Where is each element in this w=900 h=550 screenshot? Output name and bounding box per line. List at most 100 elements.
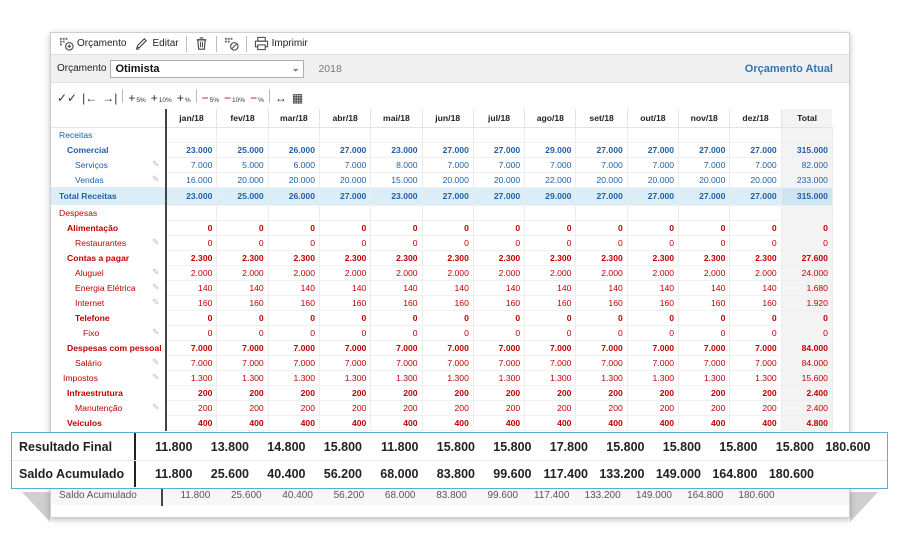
value-cell[interactable]: 8.000 bbox=[370, 157, 423, 173]
value-cell[interactable]: 1.300 bbox=[370, 370, 423, 386]
value-cell[interactable]: 7.000 bbox=[729, 355, 782, 371]
expand-icon[interactable]: ↔ bbox=[275, 88, 287, 104]
value-cell[interactable]: 160 bbox=[165, 295, 218, 311]
value-cell[interactable]: 7.000 bbox=[268, 355, 320, 371]
value-cell[interactable]: 20.000 bbox=[319, 172, 372, 188]
check-all-icon[interactable]: ✓✓ bbox=[57, 88, 77, 104]
pencil-icon[interactable]: ✎ bbox=[152, 267, 160, 278]
value-cell[interactable]: 2.000 bbox=[165, 265, 218, 281]
value-cell[interactable]: 7.000 bbox=[216, 355, 269, 371]
row-label-cell[interactable]: Infraestrutura bbox=[51, 385, 167, 400]
value-cell[interactable]: 6.000 bbox=[268, 157, 320, 173]
row-label-cell[interactable]: Manutenção ✎ bbox=[51, 400, 167, 415]
value-cell[interactable]: 0 bbox=[319, 325, 372, 341]
add-percent-icon[interactable]: +5% bbox=[128, 88, 145, 104]
value-cell[interactable]: 0 bbox=[319, 235, 372, 251]
value-cell[interactable]: 0 bbox=[473, 325, 526, 341]
value-cell[interactable]: 20.000 bbox=[268, 172, 320, 188]
value-cell[interactable]: 1.300 bbox=[422, 370, 474, 386]
pencil-icon[interactable]: ✎ bbox=[152, 327, 160, 338]
month-header[interactable]: mar/18 bbox=[268, 109, 320, 128]
value-cell[interactable]: 0 bbox=[627, 235, 680, 251]
month-header[interactable]: jun/18 bbox=[422, 109, 474, 128]
value-cell[interactable]: 2.000 bbox=[370, 265, 423, 281]
value-cell[interactable]: 0 bbox=[627, 325, 680, 341]
value-cell[interactable]: 1.300 bbox=[165, 370, 218, 386]
value-cell[interactable]: 7.000 bbox=[575, 355, 628, 371]
value-cell[interactable]: 160 bbox=[575, 295, 628, 311]
value-cell[interactable]: 7.000 bbox=[627, 355, 680, 371]
value-cell[interactable]: 2.000 bbox=[216, 265, 269, 281]
value-cell[interactable]: 7.000 bbox=[524, 157, 577, 173]
subtract-percent-icon[interactable]: −% bbox=[250, 88, 264, 104]
add-percent-icon[interactable]: +% bbox=[177, 88, 191, 104]
row-label-cell[interactable]: Salário ✎ bbox=[51, 355, 167, 370]
row-label-cell[interactable]: Receitas bbox=[51, 127, 167, 142]
value-cell[interactable]: 140 bbox=[729, 280, 782, 296]
value-cell[interactable]: 7.000 bbox=[473, 157, 526, 173]
value-cell[interactable]: 1.300 bbox=[678, 370, 731, 386]
value-cell[interactable]: 140 bbox=[268, 280, 320, 296]
subtract-percent-icon[interactable]: −10% bbox=[224, 88, 245, 104]
value-cell[interactable]: 140 bbox=[524, 280, 577, 296]
value-cell[interactable]: 0 bbox=[216, 325, 269, 341]
month-header[interactable]: mai/18 bbox=[370, 109, 423, 128]
value-cell[interactable]: 0 bbox=[165, 235, 218, 251]
value-cell[interactable]: 0 bbox=[524, 325, 577, 341]
actual-budget-link[interactable]: Orçamento Atual bbox=[745, 63, 833, 75]
value-cell[interactable]: 0 bbox=[575, 325, 628, 341]
value-cell[interactable]: 200 bbox=[524, 400, 577, 416]
value-cell[interactable]: 20.000 bbox=[575, 172, 628, 188]
value-cell[interactable]: 140 bbox=[370, 280, 423, 296]
value-cell[interactable]: 2.000 bbox=[319, 265, 372, 281]
value-cell[interactable]: 7.000 bbox=[165, 355, 218, 371]
value-cell[interactable]: 0 bbox=[216, 235, 269, 251]
value-cell[interactable]: 7.000 bbox=[678, 157, 731, 173]
value-cell[interactable]: 140 bbox=[319, 280, 372, 296]
value-cell[interactable]: 0 bbox=[268, 235, 320, 251]
month-header[interactable]: nov/18 bbox=[678, 109, 731, 128]
value-cell[interactable]: 1.300 bbox=[268, 370, 320, 386]
value-cell[interactable]: 1.300 bbox=[319, 370, 372, 386]
value-cell[interactable]: 1.300 bbox=[575, 370, 628, 386]
delete-button[interactable] bbox=[190, 34, 213, 54]
value-cell[interactable]: 1.300 bbox=[729, 370, 782, 386]
value-cell[interactable]: 20.000 bbox=[422, 172, 474, 188]
month-header[interactable]: jan/18 bbox=[165, 109, 218, 128]
value-cell[interactable]: 22.000 bbox=[524, 172, 577, 188]
value-cell[interactable]: 7.000 bbox=[422, 355, 474, 371]
value-cell[interactable]: 140 bbox=[473, 280, 526, 296]
budget-button[interactable]: Orçamento bbox=[55, 34, 130, 54]
pencil-icon[interactable]: ✎ bbox=[152, 159, 160, 170]
row-label-cell[interactable]: Contas a pagar bbox=[51, 250, 167, 265]
value-cell[interactable]: 7.000 bbox=[678, 355, 731, 371]
value-cell[interactable]: 0 bbox=[473, 235, 526, 251]
value-cell[interactable]: 160 bbox=[678, 295, 731, 311]
value-cell[interactable]: 2.000 bbox=[524, 265, 577, 281]
print-button[interactable]: Imprimir bbox=[250, 34, 312, 54]
pencil-icon[interactable]: ✎ bbox=[152, 402, 160, 413]
row-label-cell[interactable]: Alimentação bbox=[51, 220, 167, 235]
value-cell[interactable]: 200 bbox=[627, 400, 680, 416]
value-cell[interactable]: 0 bbox=[678, 325, 731, 341]
month-header[interactable]: ago/18 bbox=[524, 109, 577, 128]
value-cell[interactable]: 2.000 bbox=[575, 265, 628, 281]
row-label-cell[interactable]: Vendas ✎ bbox=[51, 172, 167, 187]
clear-button[interactable] bbox=[220, 34, 243, 54]
value-cell[interactable]: 0 bbox=[678, 235, 731, 251]
value-cell[interactable]: 2.000 bbox=[678, 265, 731, 281]
value-cell[interactable]: 7.000 bbox=[319, 355, 372, 371]
month-header[interactable]: jul/18 bbox=[473, 109, 526, 128]
value-cell[interactable]: 0 bbox=[422, 235, 474, 251]
value-cell[interactable]: 0 bbox=[370, 325, 423, 341]
row-label-cell[interactable]: Energia Elétrica ✎ bbox=[51, 280, 167, 295]
value-cell[interactable]: 20.000 bbox=[627, 172, 680, 188]
pencil-icon[interactable]: ✎ bbox=[152, 372, 160, 383]
value-cell[interactable]: 200 bbox=[165, 400, 218, 416]
row-label-cell[interactable]: Impostos ✎ bbox=[51, 370, 167, 385]
value-cell[interactable]: 1.300 bbox=[627, 370, 680, 386]
subtract-percent-icon[interactable]: −5% bbox=[202, 88, 219, 104]
value-cell[interactable]: 20.000 bbox=[729, 172, 782, 188]
add-percent-icon[interactable]: +10% bbox=[151, 88, 172, 104]
value-cell[interactable]: 140 bbox=[627, 280, 680, 296]
